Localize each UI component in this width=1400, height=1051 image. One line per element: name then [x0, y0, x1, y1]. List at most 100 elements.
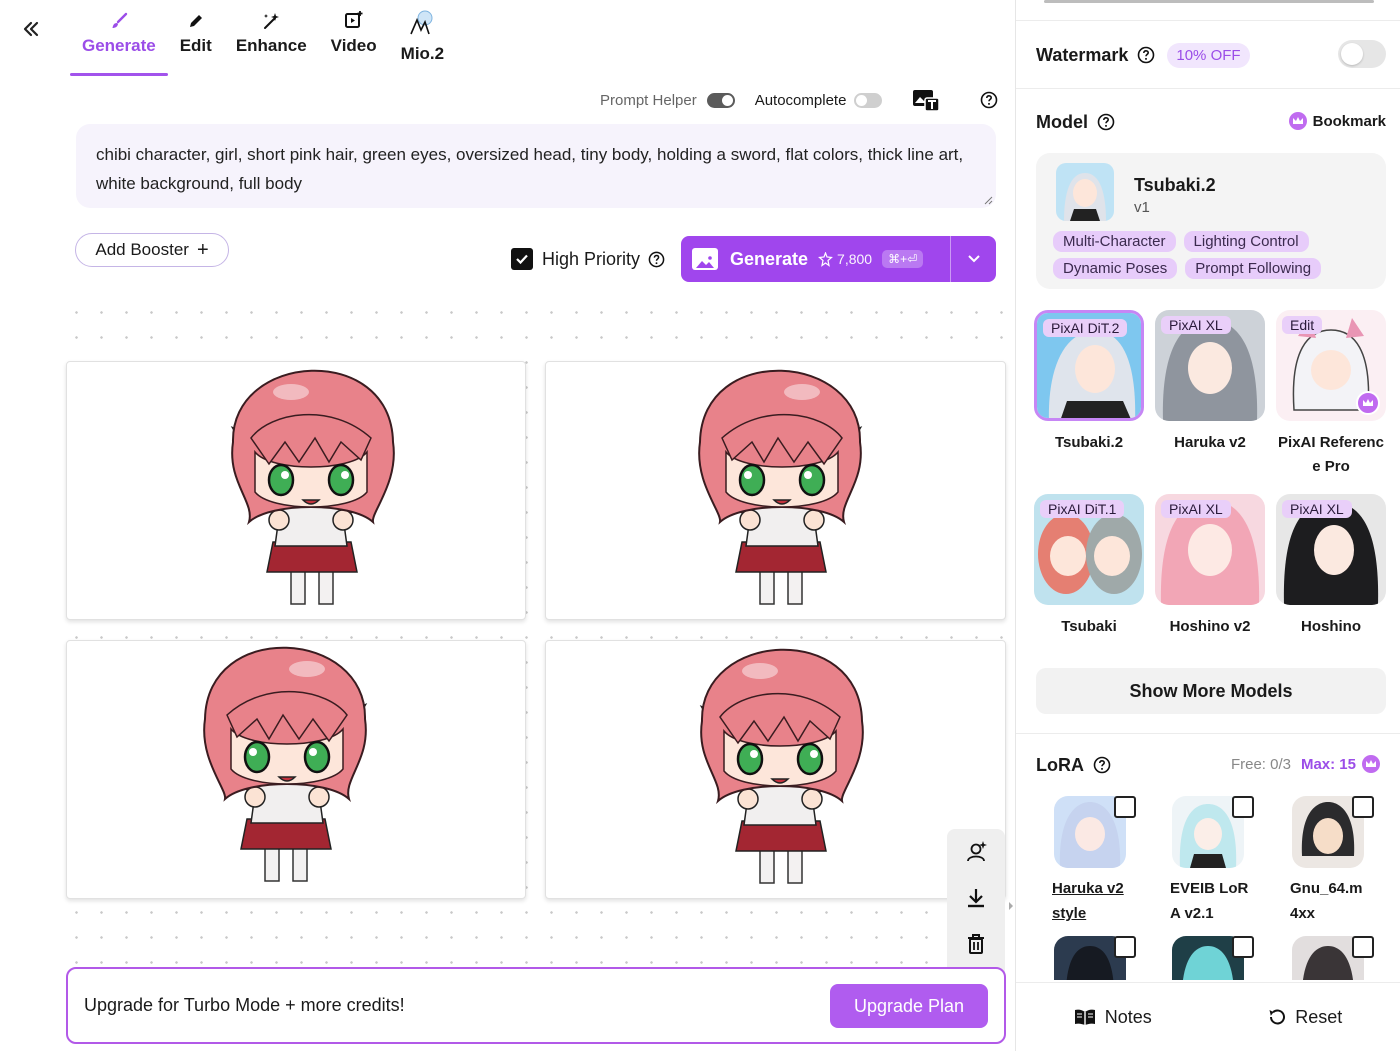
high-priority-checkbox[interactable] [511, 248, 533, 270]
settings-footer: Notes Reset [1016, 982, 1400, 1051]
prompt-helper-toggle[interactable] [706, 92, 735, 108]
model-option-name-line1: PixAI Referenc [1278, 434, 1384, 451]
tab-mio[interactable]: Mio.2 [389, 0, 456, 76]
model-option-hoshino[interactable]: PixAI XL Hoshino [1276, 494, 1386, 639]
help-button[interactable] [980, 91, 998, 109]
prompt-input[interactable]: chibi character, girl, short pink hair, … [76, 124, 996, 208]
model-type-tag: Edit [1282, 316, 1323, 334]
model-option-tsubaki[interactable]: PixAI DiT.1 Tsubaki [1034, 494, 1144, 639]
scroll-indicator [1044, 0, 1374, 3]
model-option-tsubaki-2[interactable]: PixAI DiT.2 Tsubaki.2 [1034, 310, 1144, 455]
lora-quota: Free: 0/3 Max: 15 [1231, 755, 1386, 773]
collapse-sidebar-button[interactable] [18, 16, 44, 42]
image-icon [692, 248, 718, 270]
add-booster-button[interactable]: Add Booster + [75, 233, 229, 267]
model-version: v1 [1134, 199, 1150, 216]
reset-button[interactable]: Reset [1209, 1007, 1400, 1028]
model-header: Model Bookmark [1036, 108, 1386, 136]
resize-handle-icon[interactable] [983, 195, 993, 205]
model-option-haruka-v2[interactable]: PixAI XL Haruka v2 [1155, 310, 1265, 455]
result-image-4[interactable] [545, 640, 1006, 899]
lora-checkbox[interactable] [1352, 796, 1374, 818]
generated-image [699, 648, 865, 885]
show-more-models-button[interactable]: Show More Models [1036, 668, 1386, 714]
book-icon [1074, 1009, 1095, 1025]
lora-checkbox[interactable] [1114, 796, 1136, 818]
question-circle-icon[interactable] [648, 251, 665, 268]
model-option-name-line2: e Pro [1312, 458, 1350, 475]
tab-enhance[interactable]: Enhance [224, 0, 319, 76]
lora-name: EVEIB LoR A v2.1 [1154, 876, 1264, 926]
divider [1016, 733, 1400, 734]
upgrade-plan-label: Upgrade Plan [853, 995, 965, 1016]
result-image-3[interactable] [66, 640, 526, 899]
lora-name-line1: Haruka v2 [1052, 880, 1124, 897]
lora-checkbox[interactable] [1232, 796, 1254, 818]
tab-edit[interactable]: Edit [168, 0, 224, 76]
tab-label: Video [330, 36, 377, 55]
download-button[interactable] [947, 875, 1005, 921]
selected-model-card[interactable]: Tsubaki.2 v1 Multi-Character Lighting Co… [1036, 153, 1386, 289]
reset-icon [1269, 1009, 1286, 1025]
lora-name[interactable]: Haruka v2 style [1036, 876, 1146, 926]
bookmark-button[interactable]: Bookmark [1288, 112, 1386, 130]
lora-name-line1: EVEIB LoR [1170, 880, 1249, 897]
result-image-1[interactable] [66, 361, 526, 620]
lora-checkbox[interactable] [1114, 936, 1136, 958]
chevron-down-icon [968, 255, 980, 263]
notes-button[interactable]: Notes [1016, 1007, 1209, 1028]
tab-video[interactable]: Video [319, 0, 389, 76]
model-type-tag: PixAI XL [1161, 316, 1231, 334]
model-option-hoshino-v2[interactable]: PixAI XL Hoshino v2 [1155, 494, 1265, 639]
image-to-text-icon [913, 90, 941, 112]
plus-icon: + [196, 238, 209, 261]
video-plus-icon [344, 8, 364, 30]
notes-label: Notes [1104, 1006, 1152, 1027]
lora-item-eveib[interactable]: EVEIB LoR A v2.1 [1154, 796, 1264, 926]
lora-item[interactable] [1154, 936, 1264, 980]
model-option-name: Haruka v2 [1174, 434, 1246, 451]
model-type-tag: PixAI XL [1161, 500, 1231, 518]
autocomplete-toggle[interactable] [854, 92, 883, 108]
model-preview: Edit [1276, 310, 1386, 421]
model-tag: Lighting Control [1183, 231, 1309, 252]
credit-cost: 7,800 [837, 251, 873, 267]
divider [1016, 20, 1400, 21]
upgrade-plan-button[interactable]: Upgrade Plan [830, 984, 988, 1028]
tab-generate[interactable]: Generate [70, 0, 168, 76]
model-tag: Multi-Character [1053, 231, 1176, 252]
lora-item-haruka-v2-style[interactable]: Haruka v2 style [1036, 796, 1146, 926]
tab-label: Edit [179, 36, 212, 55]
generate-button[interactable]: Generate 7,800 ⌘+⏎ [681, 236, 996, 282]
discount-badge: 10% OFF [1167, 42, 1250, 68]
model-name: Tsubaki.2 [1134, 175, 1216, 195]
question-circle-icon[interactable] [1093, 756, 1111, 774]
delete-button[interactable] [947, 921, 1005, 967]
watermark-toggle[interactable] [1338, 40, 1386, 68]
model-preview: PixAI XL [1276, 494, 1386, 605]
image-actions-toolbar [947, 829, 1005, 979]
model-option-pixai-reference-pro[interactable]: Edit PixAI Referenc e Pro [1276, 310, 1386, 479]
lora-checkbox[interactable] [1232, 936, 1254, 958]
model-preview: PixAI XL [1155, 310, 1265, 421]
describe-image-button[interactable] [947, 829, 1005, 875]
mio-logo-icon [407, 8, 437, 38]
lora-checkbox[interactable] [1352, 936, 1374, 958]
model-preview: PixAI DiT.2 [1034, 310, 1144, 421]
lora-item[interactable] [1274, 936, 1384, 980]
generate-options-dropdown[interactable] [966, 250, 982, 271]
model-tag: Dynamic Poses [1053, 258, 1178, 279]
lora-item[interactable] [1036, 936, 1146, 980]
question-circle-icon[interactable] [1137, 46, 1155, 64]
lora-name-line2: style [1052, 905, 1087, 922]
lora-item-gnu-64[interactable]: Gnu_64.m 4xx [1274, 796, 1384, 926]
result-image-2[interactable] [545, 361, 1006, 620]
lora-max-count: Max: 15 [1300, 755, 1356, 773]
high-priority-label: High Priority [542, 248, 641, 269]
question-circle-icon[interactable] [1097, 113, 1115, 131]
image-to-prompt-button[interactable] [912, 88, 941, 112]
upgrade-banner: Upgrade for Turbo Mode + more credits! U… [66, 967, 1006, 1044]
double-chevron-left-icon [23, 21, 39, 37]
trash-icon [968, 934, 984, 954]
crown-icon [1362, 755, 1380, 773]
